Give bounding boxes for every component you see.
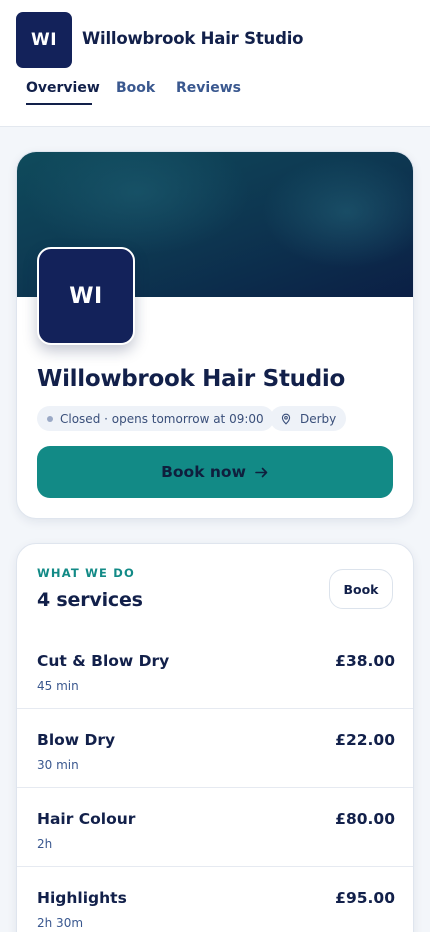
service-row-cut-blow-dry[interactable]: Cut & Blow Dry 45 min £38.00	[17, 630, 413, 709]
service-duration: 45 min	[37, 679, 79, 693]
service-row-blow-dry[interactable]: Blow Dry 30 min £22.00	[17, 709, 413, 788]
business-logo-initials: WI	[69, 283, 103, 309]
service-duration: 2h	[37, 837, 53, 851]
header-logo[interactable]: WI	[16, 12, 72, 68]
services-count: 4 services	[37, 589, 143, 611]
tab-reviews[interactable]: Reviews	[176, 80, 241, 96]
business-logo: WI	[37, 247, 135, 345]
book-button[interactable]: Book	[329, 569, 393, 609]
service-name: Hair Colour	[37, 810, 136, 828]
services-eyebrow: WHAT WE DO	[37, 566, 136, 580]
book-now-label: Book now	[161, 463, 246, 481]
active-tab-indicator	[26, 103, 92, 105]
service-duration: 2h 30m	[37, 916, 84, 930]
map-pin-icon	[281, 413, 291, 425]
header-title: Willowbrook Hair Studio	[82, 29, 304, 48]
header-logo-initials: WI	[30, 30, 58, 50]
book-now-button[interactable]: Book now	[37, 446, 393, 498]
service-duration: 30 min	[37, 758, 79, 772]
service-price: £38.00	[335, 652, 395, 670]
services-card: WHAT WE DO 4 services Book Cut & Blow Dr…	[16, 543, 414, 932]
service-name: Blow Dry	[37, 731, 116, 749]
business-name: Willowbrook Hair Studio	[37, 366, 345, 392]
service-price: £22.00	[335, 731, 395, 749]
location-badge: Derby	[270, 406, 347, 431]
service-row-hair-colour[interactable]: Hair Colour 2h £80.00	[17, 788, 413, 867]
tab-book[interactable]: Book	[116, 80, 155, 96]
service-name: Cut & Blow Dry	[37, 652, 170, 670]
status-badge: Closed · opens tomorrow at 09:00	[37, 406, 274, 431]
service-name: Highlights	[37, 889, 127, 907]
service-price: £80.00	[335, 810, 395, 828]
business-hero-card: WI Willowbrook Hair Studio Closed · open…	[16, 151, 414, 519]
status-text: Closed · opens tomorrow at 09:00	[60, 411, 264, 426]
service-price: £95.00	[335, 889, 395, 907]
arrow-right-icon	[255, 467, 268, 477]
app-header: WI Willowbrook Hair Studio Overview Book…	[0, 0, 430, 127]
tab-overview[interactable]: Overview	[26, 80, 100, 96]
location-text: Derby	[300, 411, 337, 426]
status-dot-icon	[47, 415, 53, 422]
service-row-highlights[interactable]: Highlights 2h 30m £95.00	[17, 867, 413, 932]
